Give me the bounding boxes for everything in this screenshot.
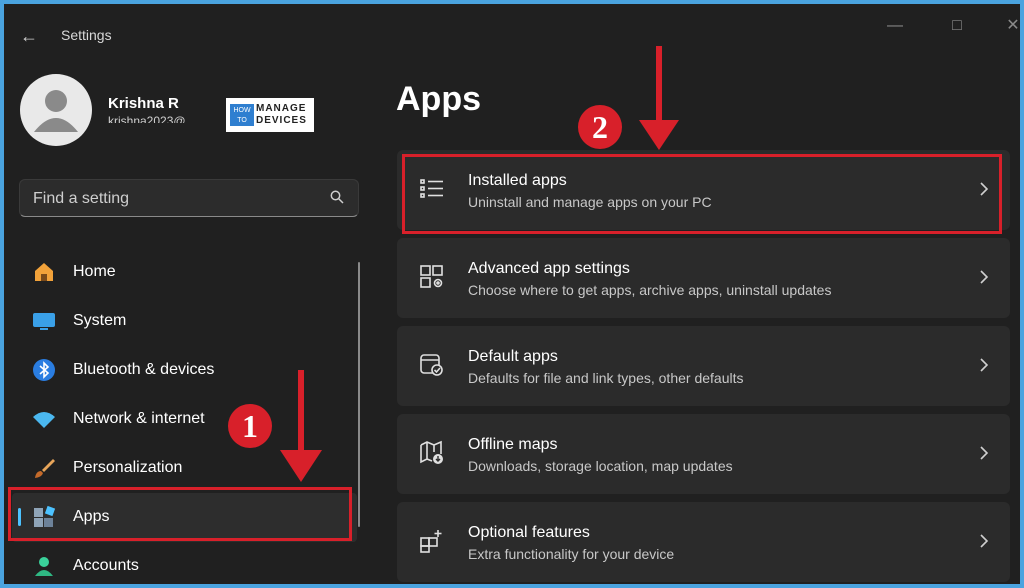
card-subtitle: Downloads, storage location, map updates [468,458,733,474]
avatar[interactable] [20,74,92,146]
how-to-manage-devices-logo: HOW TO MANAGE DEVICES [226,98,314,132]
card-title: Default apps [468,348,558,365]
highlight-apps [8,487,352,541]
settings-window: ← Settings — □ ✕ Krishna R krishna2023@ … [4,4,1020,584]
back-arrow-icon[interactable]: ← [20,26,40,46]
arrow-down-icon [280,370,322,482]
map-icon [420,440,443,464]
card-subtitle: Defaults for file and link types, other … [468,370,744,386]
chevron-right-icon [980,270,989,284]
add-feature-icon [420,530,442,553]
sidebar-scrollbar[interactable] [358,262,360,527]
bluetooth-icon [33,359,55,381]
card-subtitle: Choose where to get apps, archive apps, … [468,282,832,298]
wifi-icon [33,412,55,428]
highlight-installed-apps [402,154,1002,234]
person-icon [34,90,78,132]
page-title: Apps [396,80,481,118]
monitor-icon [33,313,55,330]
home-icon [35,263,53,281]
close-icon[interactable]: ✕ [998,16,1020,36]
sidebar-item-label: Personalization [73,459,183,476]
search-icon[interactable] [330,190,344,204]
default-apps-icon [420,354,443,376]
sidebar-item-home[interactable]: Home [12,248,357,297]
card-subtitle: Extra functionality for your device [468,546,675,562]
chevron-right-icon [980,534,989,548]
logo-text: MANAGE DEVICES [256,103,307,127]
sidebar-item-label: Bluetooth & devices [73,361,215,378]
window-title: Settings [61,27,112,43]
sidebar-item-label: Network & internet [73,410,205,427]
minimize-icon[interactable]: — [880,16,910,36]
user-name: Krishna R [108,95,179,112]
card-default-apps[interactable]: Default apps Defaults for file and link … [397,326,1010,406]
card-title: Optional features [468,524,590,541]
logo-text-line2: DEVICES [256,115,307,126]
logo-how-to: HOW TO [230,104,254,126]
sidebar-item-label: Accounts [73,557,139,574]
card-title: Advanced app settings [468,260,630,277]
user-email: krishna2023@ [108,114,186,123]
brush-icon [35,459,55,478]
step-1-badge: 1 [228,404,272,448]
card-offline-maps[interactable]: Offline maps Downloads, storage location… [397,414,1010,494]
app-settings-icon [420,265,443,288]
step-2-badge: 2 [578,105,622,149]
search-placeholder: Find a setting [33,190,130,207]
chevron-right-icon [980,446,989,460]
card-optional-features[interactable]: Optional features Extra functionality fo… [397,502,1010,582]
person-icon [35,557,53,576]
maximize-icon[interactable]: □ [942,16,972,36]
card-advanced-app-settings[interactable]: Advanced app settings Choose where to ge… [397,238,1010,318]
sidebar-item-label: Home [73,263,116,280]
arrow-down-icon [639,46,679,150]
title-bar: ← Settings — □ ✕ [4,4,1020,64]
search-input[interactable]: Find a setting [19,179,359,217]
chevron-right-icon [980,358,989,372]
sidebar-item-accounts[interactable]: Accounts [12,542,357,584]
card-title: Offline maps [468,436,558,453]
sidebar-item-system[interactable]: System [12,297,357,346]
sidebar-item-label: System [73,312,127,329]
logo-text-line1: MANAGE [256,103,307,114]
